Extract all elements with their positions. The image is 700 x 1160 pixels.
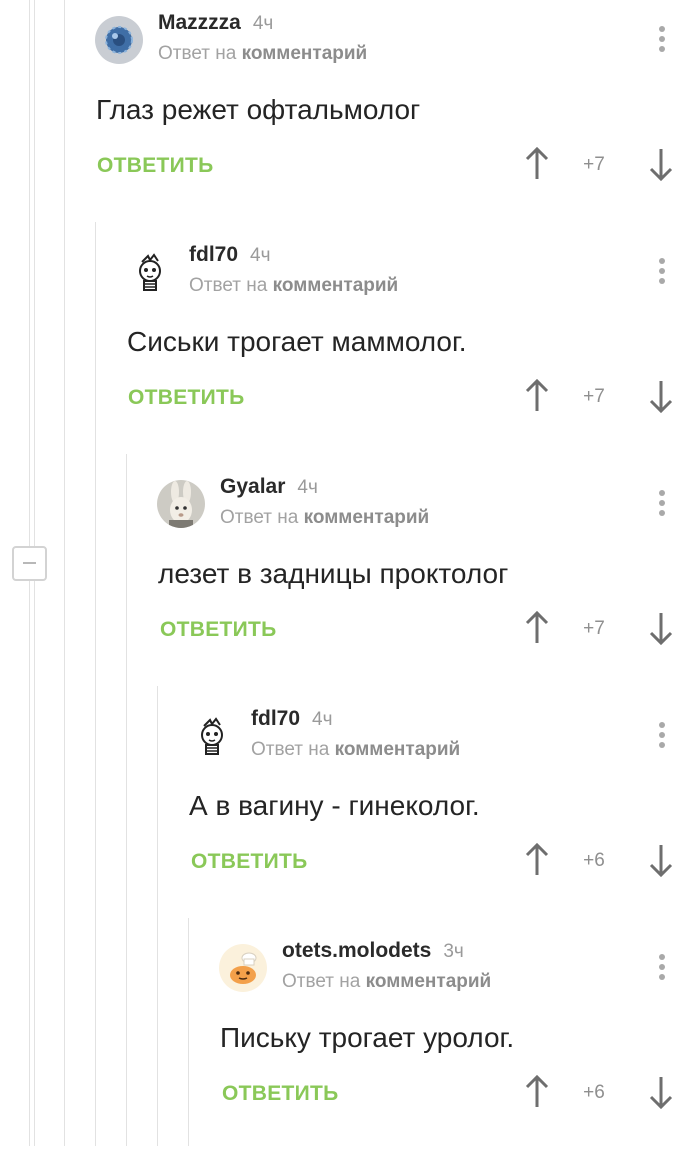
- downvote-arrow-icon[interactable]: [648, 146, 674, 182]
- lightbulb-avatar[interactable]: [188, 712, 236, 760]
- reply-to-link[interactable]: Ответ на комментарий: [189, 275, 398, 297]
- upvote-arrow-icon[interactable]: [524, 610, 550, 646]
- comment-text: Глаз режет офтальмолог: [96, 94, 421, 125]
- upvote-arrow-icon[interactable]: [524, 378, 550, 414]
- downvote-arrow-icon[interactable]: [648, 842, 674, 878]
- vote-controls: +7: [524, 146, 674, 182]
- comment: fdl70 4ч Ответ на комментарий А в вагину …: [0, 696, 700, 928]
- reply-to-link[interactable]: Ответ на комментарий: [220, 507, 429, 529]
- more-options-icon[interactable]: [658, 722, 666, 750]
- comment: fdl70 4ч Ответ на комментарий Сиськи трог…: [0, 232, 700, 464]
- reply-button[interactable]: ОТВЕТИТЬ: [160, 618, 277, 642]
- reply-button[interactable]: ОТВЕТИТЬ: [97, 154, 214, 178]
- vote-score: +7: [583, 618, 605, 639]
- comment-author[interactable]: fdl70 4ч: [189, 243, 270, 267]
- vote-score: +6: [583, 850, 605, 871]
- vote-controls: +7: [524, 378, 674, 414]
- comment-author[interactable]: Mazzzza 4ч: [158, 11, 273, 35]
- reply-button[interactable]: ОТВЕТИТЬ: [191, 850, 308, 874]
- upvote-arrow-icon[interactable]: [524, 1074, 550, 1110]
- reply-to-link[interactable]: Ответ на комментарий: [282, 971, 491, 993]
- vote-score: +7: [583, 386, 605, 407]
- comment-time: 3ч: [443, 941, 464, 962]
- comment-author[interactable]: fdl70 4ч: [251, 707, 332, 731]
- reply-to-link[interactable]: Ответ на комментарий: [251, 739, 460, 761]
- more-options-icon[interactable]: [658, 258, 666, 286]
- more-options-icon[interactable]: [658, 26, 666, 54]
- comment-time: 4ч: [250, 245, 271, 266]
- vote-controls: +6: [524, 1074, 674, 1110]
- more-options-icon[interactable]: [658, 490, 666, 518]
- vote-controls: +7: [524, 610, 674, 646]
- upvote-arrow-icon[interactable]: [524, 842, 550, 878]
- comment-text: лезет в задницы проктолог: [158, 558, 509, 589]
- comment-author[interactable]: otets.molodets 3ч: [282, 939, 464, 963]
- comment-text: Сиськи трогает маммолог.: [127, 326, 467, 357]
- vote-score: +6: [583, 1082, 605, 1103]
- upvote-arrow-icon[interactable]: [524, 146, 550, 182]
- vote-controls: +6: [524, 842, 674, 878]
- comment-text: А в вагину - гинеколог.: [189, 790, 480, 821]
- more-options-icon[interactable]: [658, 954, 666, 982]
- reply-to-link[interactable]: Ответ на комментарий: [158, 43, 367, 65]
- blue-sphere-avatar[interactable]: [95, 16, 143, 64]
- comment: Gyalar 4ч Ответ на комментарий лезет в за…: [0, 464, 700, 696]
- vote-score: +7: [583, 154, 605, 175]
- downvote-arrow-icon[interactable]: [648, 378, 674, 414]
- comment: otets.molodets 3ч Ответ на комментарий Пи…: [0, 928, 700, 1160]
- comment-author[interactable]: Gyalar 4ч: [220, 475, 318, 499]
- downvote-arrow-icon[interactable]: [648, 610, 674, 646]
- reply-button[interactable]: ОТВЕТИТЬ: [222, 1082, 339, 1106]
- comment-text: Письку трогает уролог.: [220, 1022, 515, 1053]
- comment-time: 4ч: [312, 709, 333, 730]
- comment: Mazzzza 4ч Ответ на комментарий Глаз реже…: [0, 0, 700, 232]
- rabbit-avatar[interactable]: [157, 480, 205, 528]
- downvote-arrow-icon[interactable]: [648, 1074, 674, 1110]
- cartoon-cook-avatar[interactable]: [219, 944, 267, 992]
- comment-time: 4ч: [297, 477, 318, 498]
- lightbulb-avatar[interactable]: [126, 248, 174, 296]
- comment-time: 4ч: [252, 13, 274, 34]
- reply-button[interactable]: ОТВЕТИТЬ: [128, 386, 245, 410]
